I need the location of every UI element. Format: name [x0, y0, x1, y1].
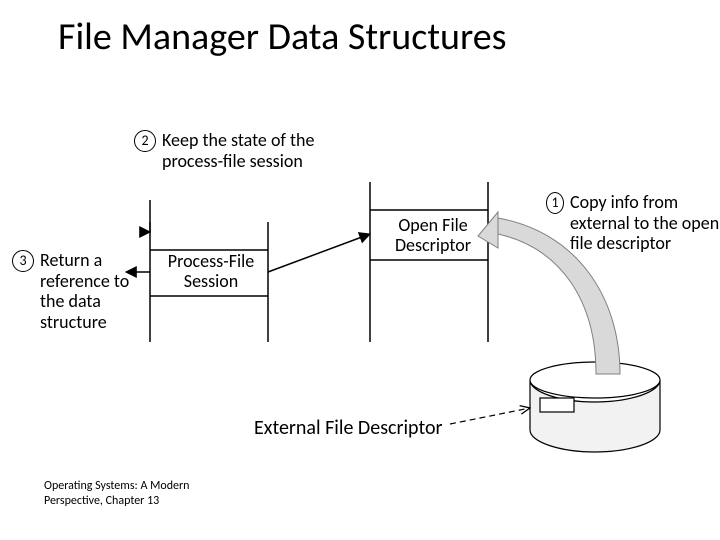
footnote-line2: Perspective, Chapter 13: [44, 494, 159, 508]
badge-3: 3: [12, 250, 34, 272]
external-file-descriptor-label: External File Descriptor: [254, 416, 442, 440]
slide: File Manager Data Structures 2 Keep the …: [0, 0, 720, 540]
footnote-line1: Operating Systems: A Modern: [44, 479, 189, 493]
annotation-3: 3 Return a reference to the data structu…: [12, 250, 150, 333]
disk-icon: [530, 362, 660, 452]
open-file-descriptor-table: [370, 182, 488, 342]
badge-2: 2: [134, 130, 156, 152]
annotation-1: 1 Copy info from external to the open fi…: [546, 192, 720, 254]
annotation-2-text: Keep the state of the process-file sessi…: [162, 130, 322, 171]
process-file-session-label: Process-File Session: [156, 252, 266, 292]
page-title: File Manager Data Structures: [58, 14, 507, 60]
annotation-1-text: Copy info from external to the open file…: [570, 192, 720, 254]
badge-1: 1: [546, 192, 564, 214]
annotation-3-text: Return a reference to the data structure: [40, 250, 150, 333]
annotation-2: 2 Keep the state of the process-file ses…: [134, 130, 322, 171]
open-file-descriptor-label: Open File Descriptor: [378, 216, 488, 256]
footnote: Operating Systems: A Modern Perspective,…: [44, 479, 189, 508]
